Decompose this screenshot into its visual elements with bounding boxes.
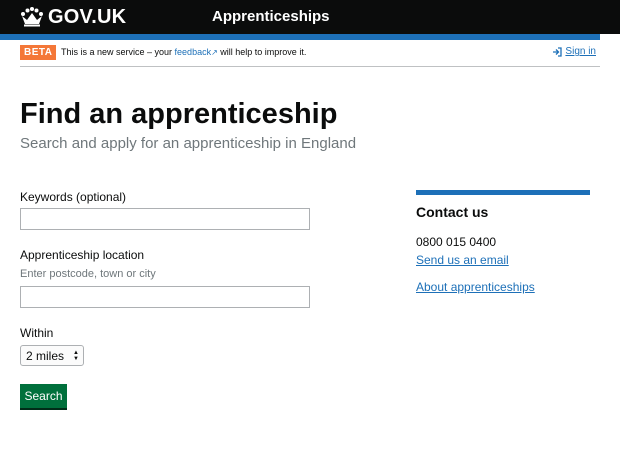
location-hint: Enter postcode, town or city xyxy=(20,268,156,280)
beta-tag: BETA xyxy=(20,45,57,60)
keywords-label: Keywords (optional) xyxy=(20,190,127,204)
keywords-input[interactable] xyxy=(20,208,310,230)
location-label: Apprenticeship location xyxy=(20,248,145,262)
phase-text-after: will help to improve it. xyxy=(217,47,307,57)
phase-text-before: This is a new service – your xyxy=(61,47,175,57)
sign-in-icon xyxy=(553,46,563,57)
phase-banner-text: This is a new service – your feedback↗ w… xyxy=(61,47,306,57)
location-input[interactable] xyxy=(20,286,310,308)
service-name-link[interactable]: Apprenticeships xyxy=(212,8,330,25)
send-email-link[interactable]: Send us an email xyxy=(416,253,509,267)
site-header: GOV.UK Apprenticeships xyxy=(0,0,620,34)
contact-phone: 0800 015 0400 xyxy=(416,235,497,249)
within-selected-value: 2 miles xyxy=(26,348,65,363)
contact-title: Contact us xyxy=(416,204,489,220)
sign-in-link[interactable]: Sign in xyxy=(552,46,596,57)
external-link-icon: ↗ xyxy=(211,48,218,57)
select-arrows-icon: ▲ ▼ xyxy=(73,350,79,362)
page-title: Find an apprenticeship xyxy=(20,98,338,130)
sign-in-label: Sign in xyxy=(565,46,596,57)
search-button[interactable]: Search xyxy=(20,384,67,408)
logo-text: GOV.UK xyxy=(48,5,127,28)
crown-icon xyxy=(21,7,43,27)
feedback-link[interactable]: feedback xyxy=(175,47,212,57)
govuk-logo-link[interactable]: GOV.UK xyxy=(20,6,126,28)
about-apprenticeships-link[interactable]: About apprenticeships xyxy=(416,280,535,294)
contact-top-bar xyxy=(416,190,590,195)
page-subtitle: Search and apply for an apprenticeship i… xyxy=(20,135,357,152)
phase-banner: BETA This is a new service – your feedba… xyxy=(20,44,600,67)
within-select[interactable]: 2 miles ▲ ▼ xyxy=(20,345,84,366)
within-label: Within xyxy=(20,326,54,340)
header-blue-bar xyxy=(0,34,600,40)
